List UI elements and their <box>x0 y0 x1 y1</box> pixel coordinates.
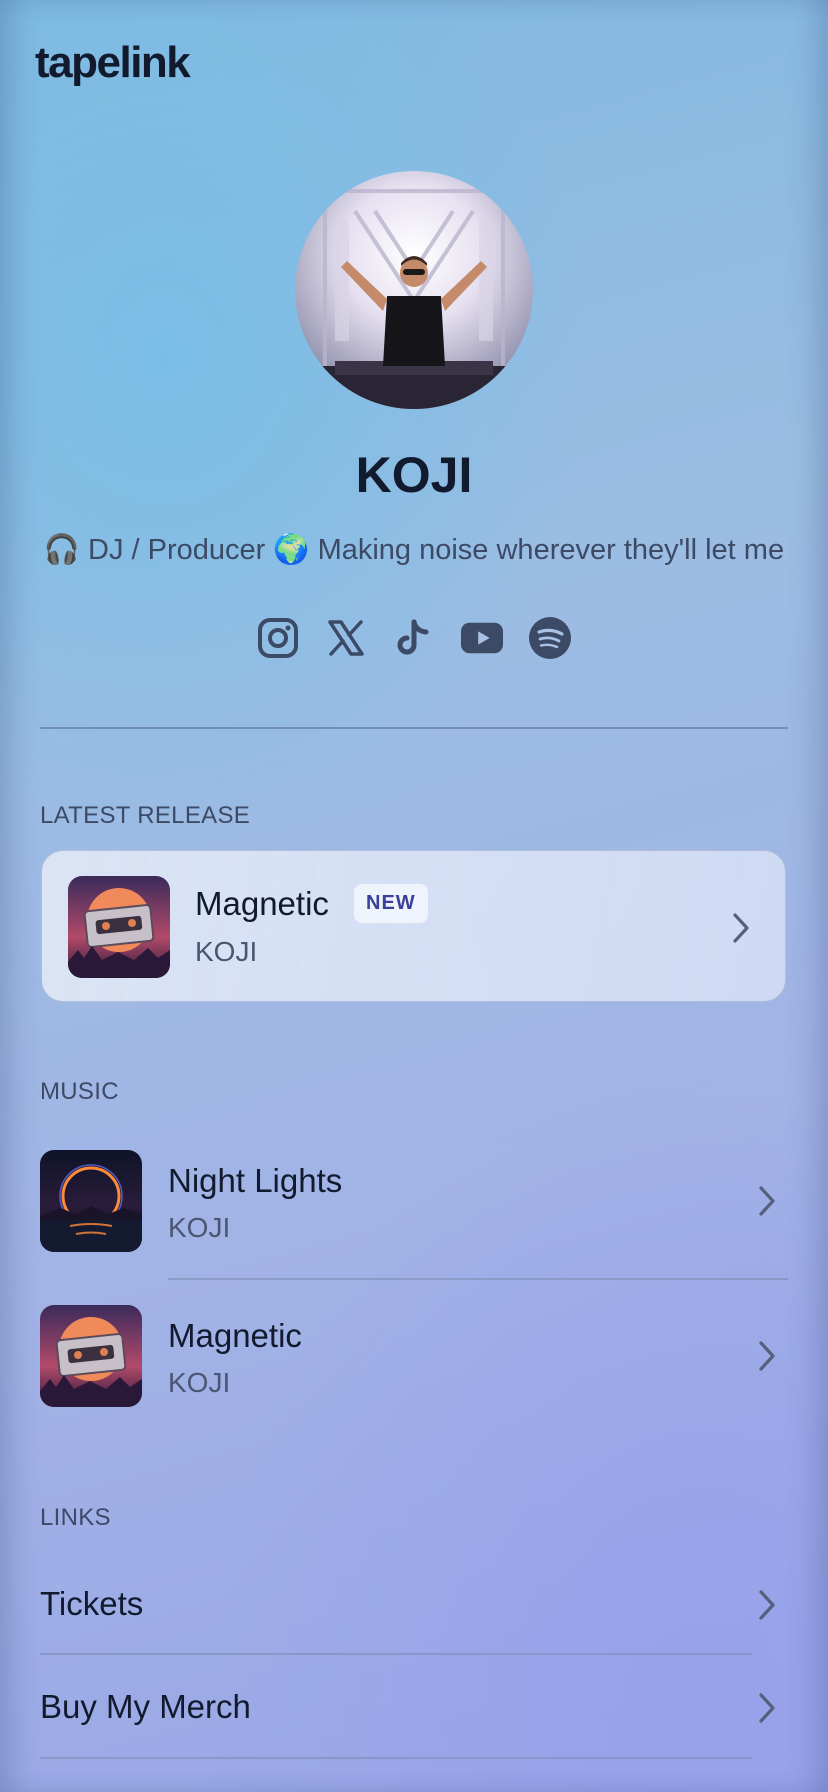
latest-release-card[interactable]: Magnetic NEW KOJI <box>41 850 786 1002</box>
chevron-right-icon <box>759 1693 775 1723</box>
row-divider <box>40 1757 752 1759</box>
release-cover-art <box>68 876 170 978</box>
latest-release-heading: LATEST RELEASE <box>40 802 251 829</box>
links-heading: LINKS <box>40 1504 111 1531</box>
link-label: Tickets <box>40 1585 144 1622</box>
chevron-right-icon <box>733 913 749 943</box>
track-cover-art <box>40 1305 142 1407</box>
instagram-icon[interactable] <box>257 616 299 660</box>
row-divider <box>40 1653 752 1655</box>
track-artist: KOJI <box>168 1367 231 1398</box>
track-artist: KOJI <box>168 1212 231 1243</box>
music-heading: MUSIC <box>40 1078 119 1105</box>
youtube-icon[interactable] <box>461 616 503 660</box>
tiktok-icon[interactable] <box>393 616 435 660</box>
music-item-night-lights[interactable]: Night Lights KOJI <box>40 1150 788 1252</box>
chevron-right-icon <box>759 1341 775 1371</box>
spotify-icon[interactable] <box>529 616 571 660</box>
track-cover-art <box>40 1150 142 1252</box>
track-title: Magnetic <box>168 1317 302 1354</box>
new-badge: NEW <box>354 884 428 923</box>
release-title: Magnetic <box>195 885 329 922</box>
row-divider <box>168 1278 788 1280</box>
social-links <box>0 616 828 660</box>
artist-name: KOJI <box>355 447 473 503</box>
music-item-magnetic[interactable]: Magnetic KOJI <box>40 1305 788 1407</box>
track-title: Night Lights <box>168 1162 343 1199</box>
section-divider <box>40 727 788 729</box>
app-logo[interactable]: tapelink <box>35 38 191 88</box>
link-label: Buy My Merch <box>40 1688 251 1725</box>
x-icon[interactable] <box>325 616 367 660</box>
artist-bio: 🎧 DJ / Producer 🌍 Making noise wherever … <box>43 534 785 566</box>
release-artist: KOJI <box>195 936 258 967</box>
link-item-tickets[interactable]: Tickets <box>40 1565 788 1645</box>
profile-avatar <box>295 171 533 409</box>
chevron-right-icon <box>759 1590 775 1620</box>
chevron-right-icon <box>759 1186 775 1216</box>
link-item-buy-my-merch[interactable]: Buy My Merch <box>40 1668 788 1748</box>
